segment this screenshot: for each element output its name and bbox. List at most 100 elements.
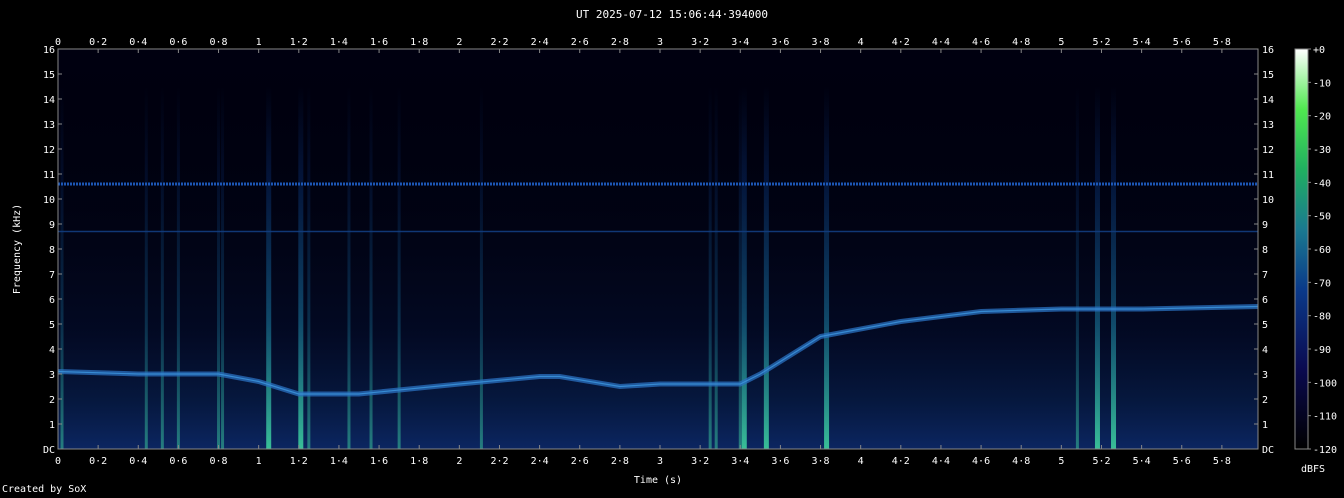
colorbar-tick-label: -10 <box>1313 78 1331 89</box>
colorbar-tick-label: -80 <box>1313 312 1331 323</box>
transient-streak <box>221 86 225 449</box>
x-tick-label-bottom: 4·2 <box>892 456 910 467</box>
x-tick-label-top: 1·8 <box>410 37 428 48</box>
y-tick-label-left: 8 <box>49 245 55 256</box>
x-tick-label-top: 2·6 <box>571 37 589 48</box>
x-tick-label-top: 5·6 <box>1173 37 1191 48</box>
x-tick-label-top: 1·6 <box>370 37 388 48</box>
y-tick-label-right: 3 <box>1262 370 1268 381</box>
x-tick-label-bottom: 2·8 <box>611 456 629 467</box>
x-tick-label-top: 0 <box>55 37 61 48</box>
colorbar-tick-label: -90 <box>1313 345 1331 356</box>
spectrogram-chart: 0 0·2 0·4 0·6 0·8 1 1·2 1·4 1·6 1·8 2 2·2 2·4 2·6 2·8 3… <box>12 37 1337 486</box>
x-tick-label-bottom: 3·6 <box>771 456 789 467</box>
x-tick-label-top: 3·4 <box>731 37 749 48</box>
footer-credit: Created by SoX <box>2 484 87 495</box>
colorbar-tick-label: -60 <box>1313 245 1331 256</box>
x-tick-label-bottom: 0·4 <box>129 456 147 467</box>
y-tick-label-left: 4 <box>49 345 55 356</box>
y-tick-label-right: 16 <box>1262 45 1274 56</box>
y-tick-label-left: DC <box>43 445 55 456</box>
transient-streak <box>160 86 164 449</box>
x-tick-label-bottom: 1·4 <box>330 456 348 467</box>
x-tick-label-top: 0·6 <box>169 37 187 48</box>
x-tick-label-bottom: 5·8 <box>1213 456 1231 467</box>
transient-streak <box>824 86 830 449</box>
x-tick-label-bottom: 3 <box>657 456 663 467</box>
y-tick-label-right: 1 <box>1262 420 1268 431</box>
colorbar-tick-label: -30 <box>1313 145 1331 156</box>
colorbar-tick-label: -70 <box>1313 278 1331 289</box>
x-tick-label-bottom: 2·2 <box>490 456 508 467</box>
x-tick-label-bottom: 2 <box>456 456 462 467</box>
y-tick-label-left: 16 <box>43 45 55 56</box>
colorbar-label: dBFS <box>1301 464 1325 475</box>
y-tick-label-right: DC <box>1262 445 1274 456</box>
colorbar-tick-label: -20 <box>1313 112 1331 123</box>
x-tick-label-top: 2·4 <box>531 37 549 48</box>
y-tick-label-left: 14 <box>43 95 55 106</box>
y-tick-label-left: 2 <box>49 395 55 406</box>
x-tick-label-top: 4 <box>858 37 864 48</box>
y-tick-label-left: 12 <box>43 145 55 156</box>
transient-streak <box>1111 86 1117 449</box>
y-tick-label-right: 7 <box>1262 270 1268 281</box>
colorbar-tick-label: -120 <box>1313 445 1337 456</box>
transient-streak <box>1075 86 1079 449</box>
y-tick-label-right: 8 <box>1262 245 1268 256</box>
x-tick-label-bottom: 1·8 <box>410 456 428 467</box>
x-tick-label-bottom: 4·6 <box>972 456 990 467</box>
x-tick-label-top: 4·4 <box>932 37 950 48</box>
transient-streak <box>144 86 148 449</box>
y-tick-label-right: 12 <box>1262 145 1274 156</box>
x-tick-label-bottom: 5 <box>1058 456 1064 467</box>
transient-streak <box>60 86 64 449</box>
x-tick-label-bottom: 4·4 <box>932 456 950 467</box>
x-tick-label-top: 5·2 <box>1092 37 1110 48</box>
y-tick-label-left: 10 <box>43 195 55 206</box>
x-tick-label-top: 4·8 <box>1012 37 1030 48</box>
y-tick-label-right: 5 <box>1262 320 1268 331</box>
transient-streak <box>1094 86 1100 449</box>
x-tick-label-top: 4·6 <box>972 37 990 48</box>
y-tick-label-left: 15 <box>43 70 55 81</box>
x-tick-label-top: 1 <box>256 37 262 48</box>
x-tick-label-bottom: 3·8 <box>812 456 830 467</box>
y-tick-label-right: 10 <box>1262 195 1274 206</box>
x-tick-label-bottom: 0·2 <box>89 456 107 467</box>
y-tick-label-right: 14 <box>1262 95 1274 106</box>
y-tick-label-left: 5 <box>49 320 55 331</box>
x-tick-label-top: 1·2 <box>290 37 308 48</box>
y-tick-label-left: 9 <box>49 220 55 231</box>
colorbar-tick-label: -110 <box>1313 412 1337 423</box>
y-tick-label-right: 2 <box>1262 395 1268 406</box>
colorbar <box>1294 48 1309 450</box>
transient-streak <box>266 86 272 449</box>
y-tick-label-left: 11 <box>43 170 55 181</box>
x-tick-label-bottom: 5·4 <box>1133 456 1151 467</box>
x-tick-label-top: 5·4 <box>1133 37 1151 48</box>
transient-streak <box>479 86 483 449</box>
transient-streak <box>397 86 401 449</box>
y-tick-label-right: 9 <box>1262 220 1268 231</box>
y-tick-label-left: 13 <box>43 120 55 131</box>
x-tick-label-top: 3·6 <box>771 37 789 48</box>
y-tick-label-right: 6 <box>1262 295 1268 306</box>
transient-streak <box>714 86 718 449</box>
x-tick-label-bottom: 0·8 <box>210 456 228 467</box>
x-tick-label-top: 3 <box>657 37 663 48</box>
colorbar-tick-label: -100 <box>1313 378 1337 389</box>
x-tick-label-top: 2·8 <box>611 37 629 48</box>
y-tick-label-left: 1 <box>49 420 55 431</box>
x-tick-label-bottom: 4·8 <box>1012 456 1030 467</box>
y-tick-label-right: 11 <box>1262 170 1274 181</box>
x-tick-label-top: 1·4 <box>330 37 348 48</box>
x-tick-label-top: 2·2 <box>490 37 508 48</box>
x-tick-label-bottom: 5·6 <box>1173 456 1191 467</box>
x-tick-label-bottom: 2·4 <box>531 456 549 467</box>
transient-streak <box>763 86 769 449</box>
x-tick-label-bottom: 1·6 <box>370 456 388 467</box>
x-tick-label-bottom: 3·4 <box>731 456 749 467</box>
x-axis-label: Time (s) <box>634 475 682 486</box>
transient-streak <box>738 86 742 449</box>
